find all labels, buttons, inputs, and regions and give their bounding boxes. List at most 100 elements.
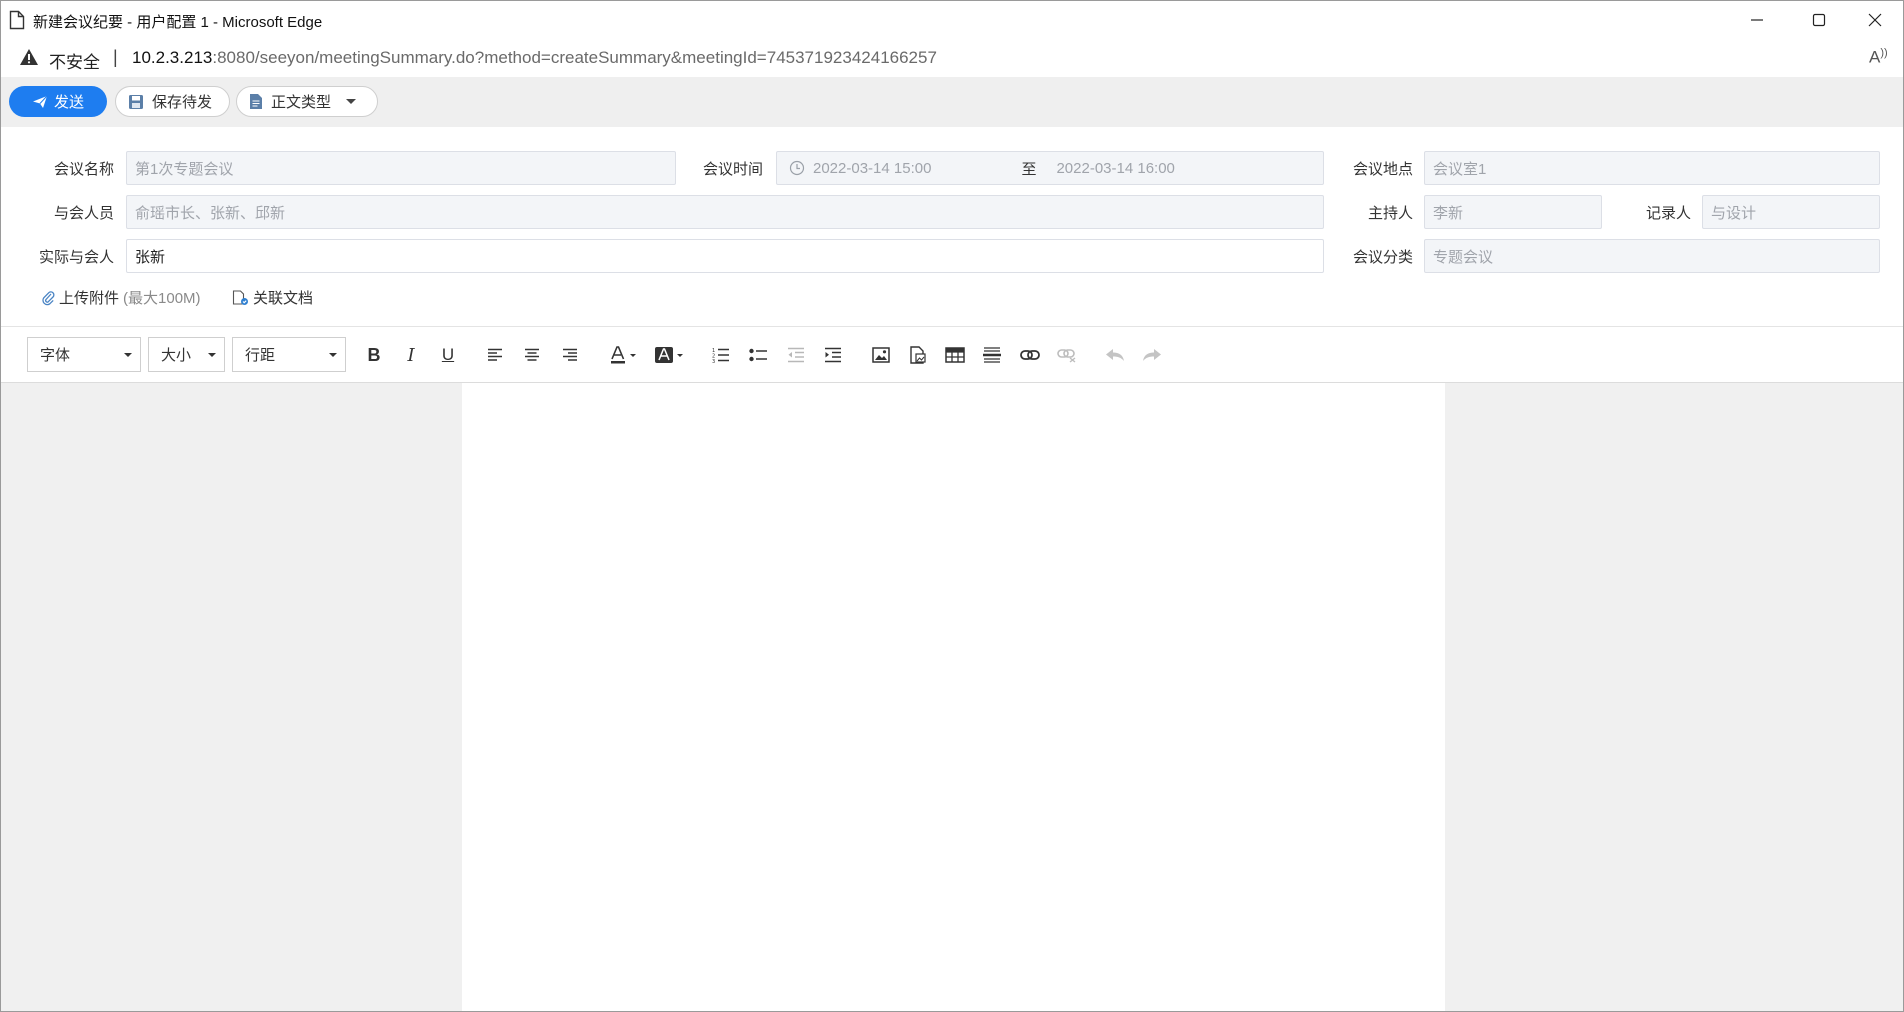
warning-icon[interactable]: [19, 48, 39, 70]
minimize-button[interactable]: [1729, 1, 1785, 39]
font-color-icon: [611, 346, 636, 364]
meeting-name-label: 会议名称: [53, 161, 114, 178]
meeting-name-field[interactable]: 第1次专题会议: [126, 151, 676, 185]
bold-icon: B: [367, 344, 381, 365]
meeting-form: 会议名称 第1次专题会议 会议时间 2022-03-14 15:00 至 202…: [1, 127, 1903, 327]
insert-image-button[interactable]: [868, 343, 894, 367]
maximize-button[interactable]: [1791, 1, 1847, 39]
address-separator: |: [113, 47, 118, 67]
redo-button[interactable]: [1139, 343, 1165, 367]
caret-down-icon: [329, 353, 337, 357]
table-icon: [945, 347, 965, 363]
highlight-color-icon: [655, 347, 683, 363]
floppy-disk-icon: [129, 94, 143, 109]
image-icon: [872, 347, 890, 363]
bold-button[interactable]: B: [361, 343, 387, 367]
attendees-field[interactable]: 俞瑶市长、张新、邱新: [126, 195, 1324, 229]
time-end: 2022-03-14 16:00: [1056, 159, 1175, 177]
italic-icon: I: [407, 344, 415, 366]
align-center-button[interactable]: [519, 343, 545, 367]
ordered-list-button[interactable]: 123: [708, 343, 734, 367]
time-start: 2022-03-14 15:00: [813, 159, 932, 177]
browser-window: 新建会议纪要 - 用户配置 1 - Microsoft Edge 不安全 | 1…: [0, 0, 1904, 1012]
send-button[interactable]: 发送: [9, 86, 107, 117]
paperclip-icon: [42, 290, 55, 305]
recorder-field[interactable]: 与设计: [1702, 195, 1880, 229]
send-label: 发送: [53, 94, 84, 111]
document-icon: [250, 94, 262, 109]
address-bar[interactable]: 不安全 | 10.2.3.213:8080/seeyon/meetingSumm…: [1, 39, 1903, 77]
linked-document-icon: [232, 289, 248, 305]
font-color-button[interactable]: [607, 343, 639, 367]
insert-file-button[interactable]: [905, 343, 931, 367]
align-left-icon: [488, 348, 502, 361]
remove-link-button[interactable]: [1054, 343, 1080, 367]
body-type-dropdown[interactable]: 正文类型: [236, 86, 378, 117]
recorder-label: 记录人: [1645, 205, 1691, 222]
unordered-list-button[interactable]: [745, 343, 771, 367]
paper-plane-icon: [32, 95, 48, 108]
font-family-select[interactable]: 字体: [27, 337, 141, 372]
link-icon: [1020, 350, 1040, 360]
font-family-label: 字体: [40, 347, 71, 364]
upload-attachment-link[interactable]: 上传附件 (最大100M): [41, 287, 201, 308]
actual-attendees-label: 实际与会人: [38, 249, 114, 266]
underline-button[interactable]: U: [435, 343, 461, 367]
outdent-button[interactable]: [783, 343, 809, 367]
horizontal-rule-icon: [983, 347, 1001, 363]
insert-link-button[interactable]: [1017, 343, 1043, 367]
attendees-label: 与会人员: [53, 205, 114, 222]
ordered-list-icon: 123: [712, 348, 729, 363]
line-spacing-select[interactable]: 行距: [232, 337, 346, 372]
category-field[interactable]: 专题会议: [1424, 239, 1880, 273]
align-right-button[interactable]: [557, 343, 583, 367]
insert-table-button[interactable]: [942, 343, 968, 367]
underline-icon: U: [441, 345, 455, 364]
location-field[interactable]: 会议室1: [1424, 151, 1880, 185]
horizontal-rule-button[interactable]: [979, 343, 1005, 367]
unordered-list-icon: [749, 348, 767, 362]
caret-down-icon: [124, 353, 132, 357]
editor-canvas: [1, 383, 1903, 1011]
align-left-button[interactable]: [482, 343, 508, 367]
actual-attendees-field[interactable]: 张新: [126, 239, 1324, 273]
clock-icon: [789, 160, 805, 176]
location-label: 会议地点: [1352, 161, 1413, 178]
url-text[interactable]: 10.2.3.213:8080/seeyon/meetingSummary.do…: [132, 48, 937, 68]
read-aloud-icon[interactable]: A)): [1869, 47, 1888, 68]
chevron-down-icon: [346, 98, 357, 104]
editor-toolbar: 字体 大小 行距 B I U 123: [1, 327, 1903, 383]
indent-icon: [825, 347, 841, 363]
undo-icon: [1106, 349, 1124, 361]
undo-button[interactable]: [1102, 343, 1128, 367]
url-host: 10.2.3.213: [132, 48, 213, 67]
link-doc-label: 关联文档: [253, 290, 314, 307]
insecure-label[interactable]: 不安全: [49, 48, 100, 73]
host-field[interactable]: 李新: [1424, 195, 1602, 229]
page-icon: [9, 10, 25, 30]
align-right-icon: [563, 348, 577, 361]
category-label: 会议分类: [1352, 249, 1413, 266]
meeting-time-label: 会议时间: [702, 161, 763, 178]
url-path: :8080/seeyon/meetingSummary.do?method=cr…: [212, 48, 937, 67]
unlink-icon: [1057, 349, 1076, 363]
caret-down-icon: [208, 353, 216, 357]
upload-hint: (最大100M): [123, 290, 201, 307]
italic-button[interactable]: I: [398, 343, 424, 367]
line-spacing-label: 行距: [245, 347, 276, 364]
title-bar: 新建会议纪要 - 用户配置 1 - Microsoft Edge: [1, 1, 1903, 39]
font-size-select[interactable]: 大小: [148, 337, 225, 372]
close-button[interactable]: [1847, 1, 1903, 39]
host-label: 主持人: [1367, 205, 1413, 222]
indent-button[interactable]: [820, 343, 846, 367]
editor-page[interactable]: [462, 383, 1445, 1011]
highlight-color-button[interactable]: [653, 343, 685, 367]
save-draft-button[interactable]: 保存待发: [115, 86, 230, 117]
link-document-link[interactable]: 关联文档: [232, 287, 313, 308]
save-draft-label: 保存待发: [152, 94, 213, 111]
file-image-icon: [910, 346, 926, 364]
time-to-label: 至: [1021, 160, 1037, 178]
redo-icon: [1143, 349, 1161, 361]
meeting-time-field[interactable]: 2022-03-14 15:00 至 2022-03-14 16:00: [776, 151, 1324, 185]
svg-text:3: 3: [712, 359, 715, 363]
